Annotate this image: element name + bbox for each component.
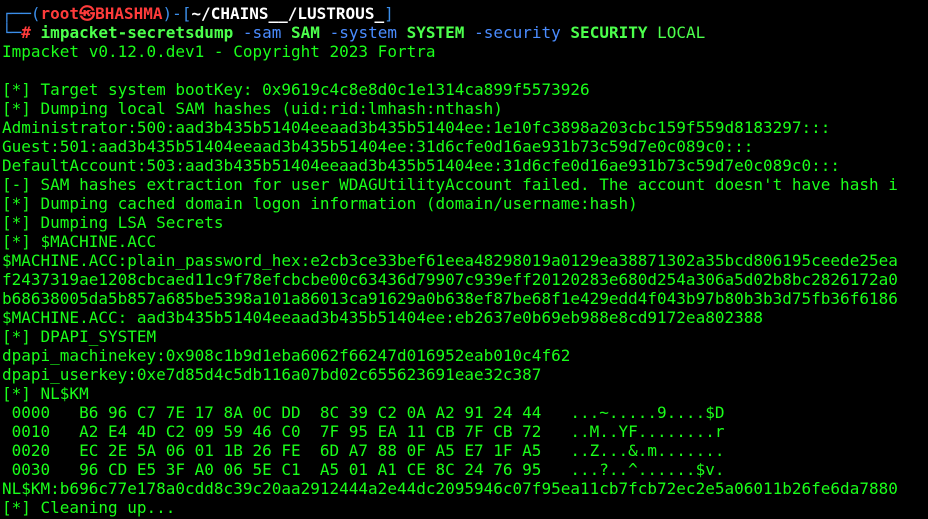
command-arg-sam: SAM: [291, 23, 320, 42]
terminal-window[interactable]: ┌──(root㉿BHASHMA)-[~/CHAINS__/LUSTROUS_]…: [0, 0, 928, 519]
output-line: 0020 EC 2E 5A 06 01 1B 26 FE 6D A7 88 0F…: [2, 441, 725, 460]
output-line: [*] Target system bootKey: 0x9619c4c8e8d…: [2, 80, 590, 99]
output-line: b68638005da5b857a685be5398a101a86013ca91…: [2, 289, 898, 308]
output-line: [*] Dumping LSA Secrets: [2, 213, 224, 232]
command-arg-system: SYSTEM: [406, 23, 465, 42]
output-line: Guest:501:aad3b435b51404eeaad3b435b51404…: [2, 137, 754, 156]
prompt-separator: )-[: [162, 4, 192, 23]
prompt-corner-top: ┌──(: [2, 4, 41, 23]
output-line: [*] NL$KM: [2, 384, 89, 403]
output-line: $MACHINE.ACC: aad3b435b51404eeaad3b435b5…: [2, 308, 763, 327]
output-line: $MACHINE.ACC:plain_password_hex:e2cb3ce3…: [2, 251, 898, 270]
prompt-line: ┌──(root㉿BHASHMA)-[~/CHAINS__/LUSTROUS_]: [0, 4, 928, 23]
command-opt-security: -security: [474, 23, 561, 42]
prompt-path: ~/CHAINS__/LUSTROUS_: [191, 4, 385, 23]
prompt-host: BHASHMA: [95, 4, 163, 23]
command-opt-sam: -sam: [242, 23, 282, 42]
output-line: 0030 96 CD E5 3F A0 06 5E C1 A5 01 A1 CE…: [2, 460, 725, 479]
prompt-hash: #: [21, 23, 31, 42]
output-line: dpapi_userkey:0xe7d85d4c5db116a07bd02c65…: [2, 365, 542, 384]
output-line: [-] SAM hashes extraction for user WDAGU…: [2, 175, 898, 194]
command-arg-security: SECURITY: [570, 23, 648, 42]
command-opt-system: -system: [329, 23, 397, 42]
command-line[interactable]: └─# impacket-secretsdump -sam SAM -syste…: [0, 23, 928, 42]
output-line: 0000 B6 96 C7 7E 17 8A 0C DD 8C 39 C2 0A…: [2, 403, 725, 422]
command-program: impacket-secretsdump: [40, 23, 234, 42]
output-line: Impacket v0.12.0.dev1 - Copyright 2023 F…: [2, 42, 436, 61]
output-line: [*] $MACHINE.ACC: [2, 232, 157, 251]
output-line: [*] Dumping local SAM hashes (uid:rid:lm…: [2, 99, 503, 118]
output-line: [*] DPAPI_SYSTEM: [2, 327, 157, 346]
prompt-corner-bottom: └─: [2, 23, 22, 42]
output-line: 0010 A2 E4 4D C2 09 59 46 C0 7F 95 EA 11…: [2, 422, 725, 441]
output-line: NL$KM:b696c77e178a0cdd8c39c20aa2912444a2…: [2, 479, 898, 498]
prompt-path-end: ]: [384, 4, 394, 23]
output-line: [*] Dumping cached domain logon informat…: [2, 194, 638, 213]
prompt-at-symbol: ㉿: [79, 4, 96, 23]
command-arg-local: LOCAL: [657, 23, 706, 42]
output-line: [*] Cleaning up...: [2, 498, 176, 517]
output-line: f2437319ae1208cbcaed11c9f78efcbcbe00c634…: [2, 270, 898, 289]
prompt-user: root: [40, 4, 80, 23]
output-line: Administrator:500:aad3b435b51404eeaad3b4…: [2, 118, 831, 137]
output-line: DefaultAccount:503:aad3b435b51404eeaad3b…: [2, 156, 841, 175]
output-line: dpapi_machinekey:0x908c1b9d1eba6062f6624…: [2, 346, 571, 365]
